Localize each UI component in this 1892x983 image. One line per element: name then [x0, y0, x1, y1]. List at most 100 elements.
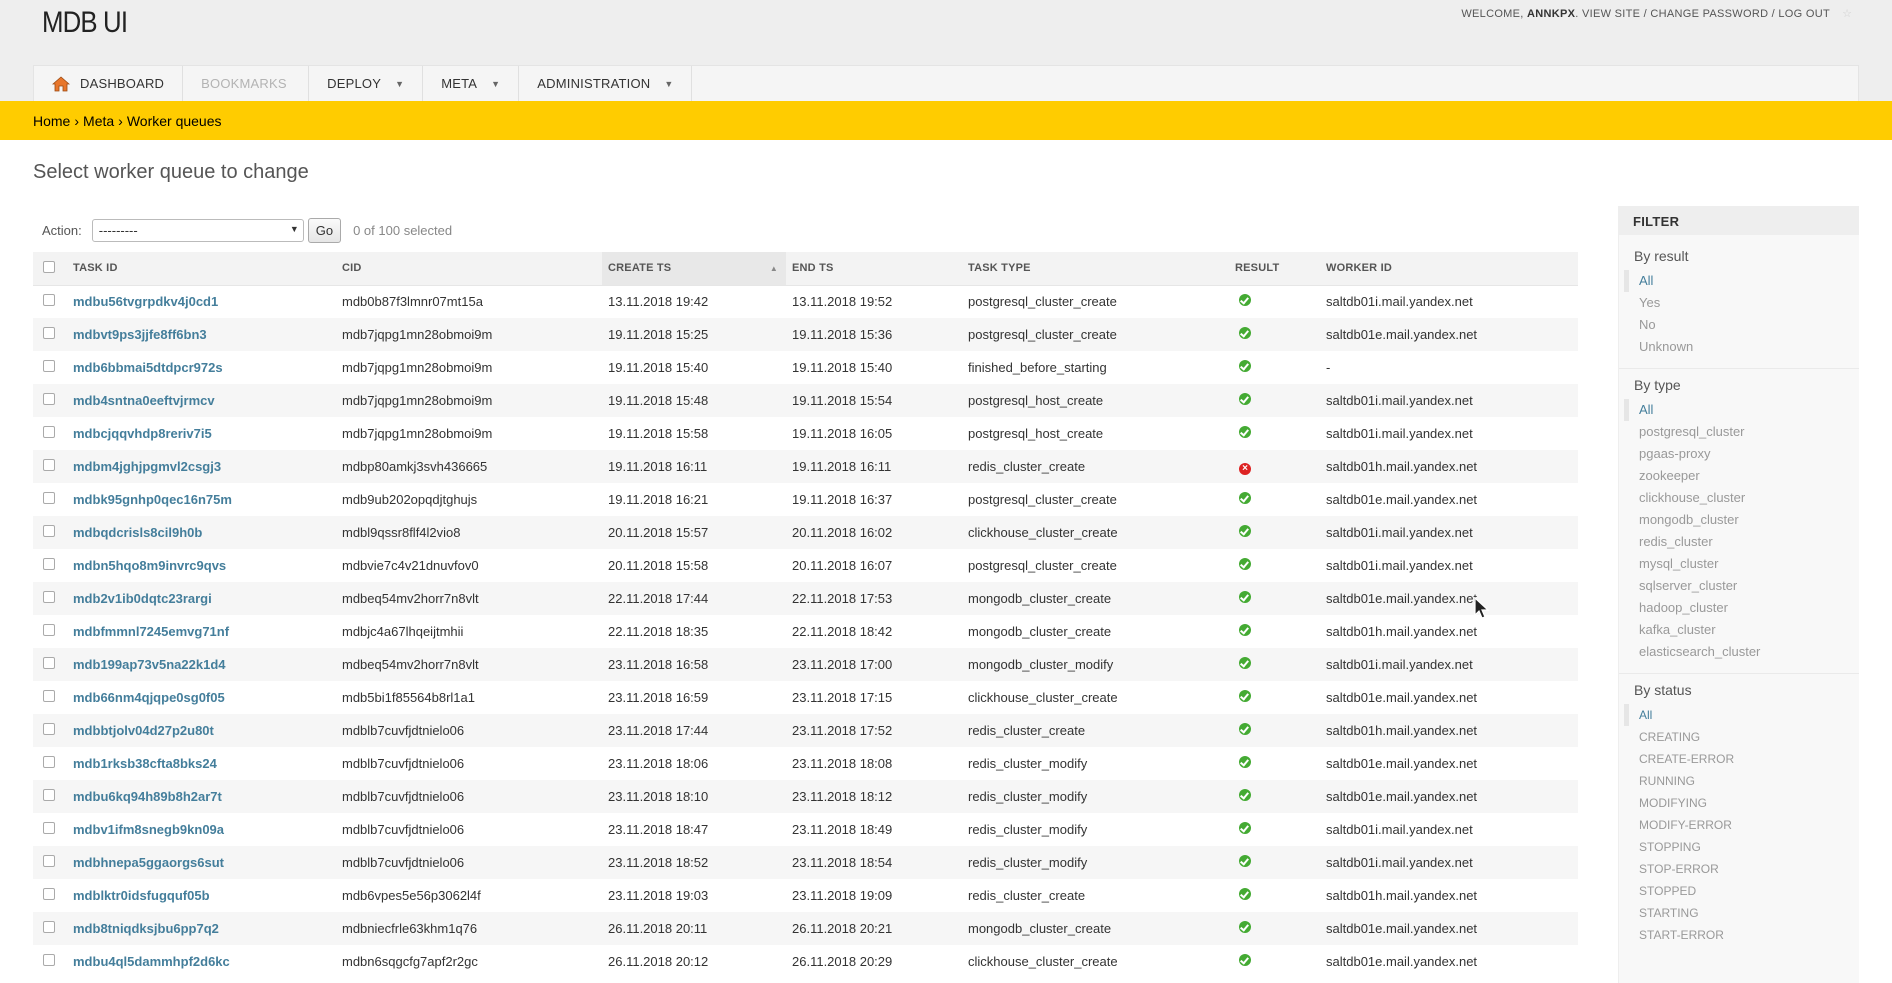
- filter-option[interactable]: sqlserver_cluster: [1624, 575, 1859, 597]
- filter-option[interactable]: CREATE-ERROR: [1624, 748, 1859, 770]
- table-row[interactable]: mdb2v1ib0dqtc23rargi mdbeq54mv2horr7n8vlt…: [33, 582, 1578, 615]
- row-checkbox[interactable]: [43, 723, 55, 735]
- task-id-link[interactable]: mdbu4ql5dammhpf2d6kc: [67, 945, 336, 978]
- table-row[interactable]: mdbcjqqvhdp8reriv7i5 mdb7jqpg1mn28obmoi9m…: [33, 417, 1578, 450]
- row-checkbox[interactable]: [43, 459, 55, 471]
- task-id-link[interactable]: mdbvt9ps3jjfe8ff6bn3: [67, 318, 336, 351]
- table-row[interactable]: mdb8tniqdksjbu6pp7q2 mdbniecfrle63khm1q76…: [33, 912, 1578, 945]
- task-id-link[interactable]: mdbfmmnl7245emvg71nf: [67, 615, 336, 648]
- filter-option[interactable]: elasticsearch_cluster: [1624, 641, 1859, 663]
- row-checkbox[interactable]: [43, 327, 55, 339]
- task-id-link[interactable]: mdb66nm4qjqpe0sg0f05: [67, 681, 336, 714]
- sort-ascending-icon[interactable]: ▲: [770, 264, 778, 273]
- filter-option[interactable]: MODIFY-ERROR: [1624, 814, 1859, 836]
- table-row[interactable]: mdb66nm4qjqpe0sg0f05 mdb5bi1f85564b8rl1a1…: [33, 681, 1578, 714]
- column-header-create-ts[interactable]: CREATE TS ▲: [602, 252, 786, 286]
- row-checkbox[interactable]: [43, 954, 55, 966]
- table-row[interactable]: mdbk95gnhp0qec16n75m mdb9ub202opqdjtghujs…: [33, 483, 1578, 516]
- filter-option[interactable]: All: [1624, 270, 1859, 292]
- table-row[interactable]: mdbfmmnl7245emvg71nf mdbjc4a67lhqeijtmhii…: [33, 615, 1578, 648]
- task-id-link[interactable]: mdbk95gnhp0qec16n75m: [67, 483, 336, 516]
- filter-option[interactable]: All: [1624, 704, 1859, 726]
- row-checkbox[interactable]: [43, 624, 55, 636]
- row-checkbox[interactable]: [43, 360, 55, 372]
- filter-option[interactable]: postgresql_cluster: [1624, 421, 1859, 443]
- breadcrumb-meta[interactable]: Meta: [83, 113, 114, 129]
- table-row[interactable]: mdbv1ifm8snegb9kn09a mdblb7cuvfjdtnielo06…: [33, 813, 1578, 846]
- filter-option[interactable]: pgaas-proxy: [1624, 443, 1859, 465]
- task-id-link[interactable]: mdb1rksb38cfta8bks24: [67, 747, 336, 780]
- column-header-task-id[interactable]: TASK ID: [67, 252, 336, 286]
- task-id-link[interactable]: mdb199ap73v5na22k1d4: [67, 648, 336, 681]
- table-row[interactable]: mdbu56tvgrpdkv4j0cd1 mdb0b87f3lmnr07mt15a…: [33, 285, 1578, 318]
- star-icon[interactable]: ☆: [1842, 7, 1852, 20]
- task-id-link[interactable]: mdbm4jghjpgmvl2csgj3: [67, 450, 336, 483]
- filter-option[interactable]: kafka_cluster: [1624, 619, 1859, 641]
- breadcrumb-home[interactable]: Home: [33, 113, 70, 129]
- filter-option[interactable]: MODIFYING: [1624, 792, 1859, 814]
- row-checkbox[interactable]: [43, 492, 55, 504]
- filter-option[interactable]: hadoop_cluster: [1624, 597, 1859, 619]
- task-id-link[interactable]: mdbqdcrisls8cil9h0b: [67, 516, 336, 549]
- row-checkbox[interactable]: [43, 591, 55, 603]
- task-id-link[interactable]: mdbu56tvgrpdkv4j0cd1: [67, 285, 336, 318]
- filter-option[interactable]: START-ERROR: [1624, 924, 1859, 946]
- row-checkbox[interactable]: [43, 558, 55, 570]
- row-checkbox[interactable]: [43, 855, 55, 867]
- table-row[interactable]: mdb6bbmai5dtdpcr972s mdb7jqpg1mn28obmoi9m…: [33, 351, 1578, 384]
- table-row[interactable]: mdblktr0idsfugquf05b mdb6vpes5e56p3062l4f…: [33, 879, 1578, 912]
- select-all-checkbox[interactable]: [43, 260, 55, 273]
- nav-dashboard[interactable]: DASHBOARD: [34, 66, 184, 101]
- filter-option[interactable]: CREATING: [1624, 726, 1859, 748]
- row-checkbox[interactable]: [43, 789, 55, 801]
- table-row[interactable]: mdbu4ql5dammhpf2d6kc mdbn6sqgcfg7apf2r2gc…: [33, 945, 1578, 978]
- task-id-link[interactable]: mdb2v1ib0dqtc23rargi: [67, 582, 336, 615]
- row-checkbox[interactable]: [43, 525, 55, 537]
- filter-option[interactable]: redis_cluster: [1624, 531, 1859, 553]
- column-header-task-type[interactable]: TASK TYPE: [962, 252, 1229, 286]
- column-header-end-ts[interactable]: END TS: [786, 252, 962, 286]
- nav-meta[interactable]: META ▼: [423, 66, 520, 101]
- action-select[interactable]: --------- ▼: [91, 219, 304, 242]
- task-id-link[interactable]: mdb4sntna0eeftvjrmcv: [67, 384, 336, 417]
- nav-administration[interactable]: ADMINISTRATION ▼: [519, 66, 693, 101]
- row-checkbox[interactable]: [43, 393, 55, 405]
- table-row[interactable]: mdbhnepa5ggaorgs6sut mdblb7cuvfjdtnielo06…: [33, 846, 1578, 879]
- column-header-cid[interactable]: CID: [336, 252, 602, 286]
- filter-option[interactable]: No: [1624, 314, 1859, 336]
- filter-option[interactable]: STARTING: [1624, 902, 1859, 924]
- task-id-link[interactable]: mdb6bbmai5dtdpcr972s: [67, 351, 336, 384]
- filter-option[interactable]: mongodb_cluster: [1624, 509, 1859, 531]
- table-row[interactable]: mdb4sntna0eeftvjrmcv mdb7jqpg1mn28obmoi9m…: [33, 384, 1578, 417]
- site-brand[interactable]: MDB UI: [42, 6, 128, 40]
- table-row[interactable]: mdbn5hqo8m9invrc9qvs mdbvie7c4v21dnuvfov0…: [33, 549, 1578, 582]
- task-id-link[interactable]: mdbbtjolv04d27p2u80t: [67, 714, 336, 747]
- column-header-worker-id[interactable]: WORKER ID: [1320, 252, 1578, 286]
- filter-option[interactable]: Unknown: [1624, 336, 1859, 358]
- filter-option[interactable]: STOP-ERROR: [1624, 858, 1859, 880]
- row-checkbox[interactable]: [43, 657, 55, 669]
- row-checkbox[interactable]: [43, 756, 55, 768]
- table-row[interactable]: mdb1rksb38cfta8bks24 mdblb7cuvfjdtnielo06…: [33, 747, 1578, 780]
- column-header-result[interactable]: RESULT: [1229, 252, 1320, 286]
- table-row[interactable]: mdbm4jghjpgmvl2csgj3 mdbp80amkj3svh436665…: [33, 450, 1578, 483]
- row-checkbox[interactable]: [43, 888, 55, 900]
- task-id-link[interactable]: mdbhnepa5ggaorgs6sut: [67, 846, 336, 879]
- filter-option[interactable]: clickhouse_cluster: [1624, 487, 1859, 509]
- filter-option[interactable]: mysql_cluster: [1624, 553, 1859, 575]
- task-id-link[interactable]: mdbv1ifm8snegb9kn09a: [67, 813, 336, 846]
- task-id-link[interactable]: mdblktr0idsfugquf05b: [67, 879, 336, 912]
- table-row[interactable]: mdbbtjolv04d27p2u80t mdblb7cuvfjdtnielo06…: [33, 714, 1578, 747]
- row-checkbox[interactable]: [43, 426, 55, 438]
- filter-option[interactable]: STOPPING: [1624, 836, 1859, 858]
- go-button[interactable]: Go: [307, 218, 342, 243]
- filter-option[interactable]: All: [1624, 399, 1859, 421]
- table-row[interactable]: mdbvt9ps3jjfe8ff6bn3 mdb7jqpg1mn28obmoi9m…: [33, 318, 1578, 351]
- nav-deploy[interactable]: DEPLOY ▼: [309, 66, 424, 101]
- user-links[interactable]: . VIEW SITE / CHANGE PASSWORD / LOG OUT: [1575, 8, 1830, 20]
- row-checkbox[interactable]: [43, 294, 55, 307]
- row-checkbox[interactable]: [43, 822, 55, 834]
- filter-option[interactable]: Yes: [1624, 292, 1859, 314]
- table-row[interactable]: mdbqdcrisls8cil9h0b mdbl9qssr8flf4l2vio8 2…: [33, 516, 1578, 549]
- table-row[interactable]: mdb199ap73v5na22k1d4 mdbeq54mv2horr7n8vlt…: [33, 648, 1578, 681]
